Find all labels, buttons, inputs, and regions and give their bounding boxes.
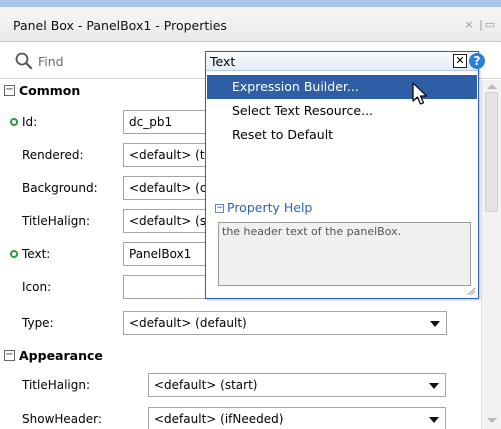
property-label: Background:	[22, 181, 98, 195]
search-input[interactable]	[38, 51, 198, 71]
chevron-down-icon[interactable]	[430, 321, 440, 327]
popup-title: Text	[210, 54, 236, 69]
select-value: <default> (ifNeeded)	[154, 412, 284, 426]
select-value: <default> (start)	[154, 378, 258, 392]
minimize-icon[interactable]: ▭	[483, 18, 497, 32]
scroll-down-icon[interactable]	[487, 418, 497, 423]
menu-item-select-text-resource[interactable]: Select Text Resource...	[207, 99, 477, 123]
collapse-icon[interactable]: −	[4, 85, 15, 96]
showheader-select[interactable]: <default> (ifNeeded)	[148, 407, 446, 429]
property-row-showheader: ShowHeader: <default> (ifNeeded)	[0, 403, 478, 429]
vertical-scrollbar[interactable]	[481, 80, 501, 429]
property-label: TitleHalign:	[22, 214, 91, 228]
search-icon[interactable]	[14, 51, 34, 71]
chevron-down-icon[interactable]	[429, 417, 439, 423]
window-title: Panel Box - PanelBox1 - Properties	[13, 18, 227, 33]
property-label: Rendered:	[22, 148, 84, 162]
property-label: Type:	[22, 316, 54, 330]
property-label: Icon:	[22, 280, 52, 294]
property-label: ShowHeader:	[22, 412, 102, 426]
property-label: TitleHalign:	[22, 378, 91, 392]
chevron-down-icon[interactable]	[429, 383, 439, 389]
collapse-icon[interactable]: −	[4, 350, 15, 361]
section-appearance-header[interactable]: − Appearance	[0, 345, 478, 367]
type-select-value: <default> (default)	[129, 316, 247, 330]
required-indicator-icon	[10, 250, 18, 258]
property-label: Text:	[22, 247, 51, 261]
required-indicator-icon	[10, 118, 18, 126]
property-help-label[interactable]: Property Help	[227, 200, 312, 215]
section-common-label: Common	[19, 83, 81, 98]
type-select[interactable]: <default> (default)	[123, 311, 447, 335]
title-bar: Panel Box - PanelBox1 - Properties × | ▭	[0, 7, 501, 42]
close-icon[interactable]: ✕	[453, 54, 467, 68]
collapse-icon[interactable]: −	[215, 204, 224, 213]
scroll-up-icon[interactable]	[487, 84, 497, 89]
popup-header: Text ✕ ?	[206, 52, 485, 71]
mouse-pointer-icon	[412, 82, 428, 105]
scroll-thumb[interactable]	[485, 92, 498, 212]
menu-item-expression-builder[interactable]: Expression Builder...	[207, 75, 477, 99]
property-row-type: Type: <default> (default)	[0, 307, 478, 340]
resize-grip-icon[interactable]	[466, 286, 476, 296]
text-property-popup: Text ✕ ? Expression Builder... Select Te…	[205, 51, 485, 299]
property-row-appearance-titlehalign: TitleHalign: <default> (start)	[0, 369, 478, 402]
section-appearance-label: Appearance	[19, 348, 103, 363]
appearance-titlehalign-select[interactable]: <default> (start)	[148, 373, 446, 397]
property-label: Id:	[22, 115, 38, 129]
window-top-strip	[0, 0, 501, 7]
property-help-text: the header text of the panelBox.	[218, 222, 471, 286]
menu-item-reset-to-default[interactable]: Reset to Default	[207, 123, 477, 147]
help-icon[interactable]: ?	[469, 53, 485, 69]
